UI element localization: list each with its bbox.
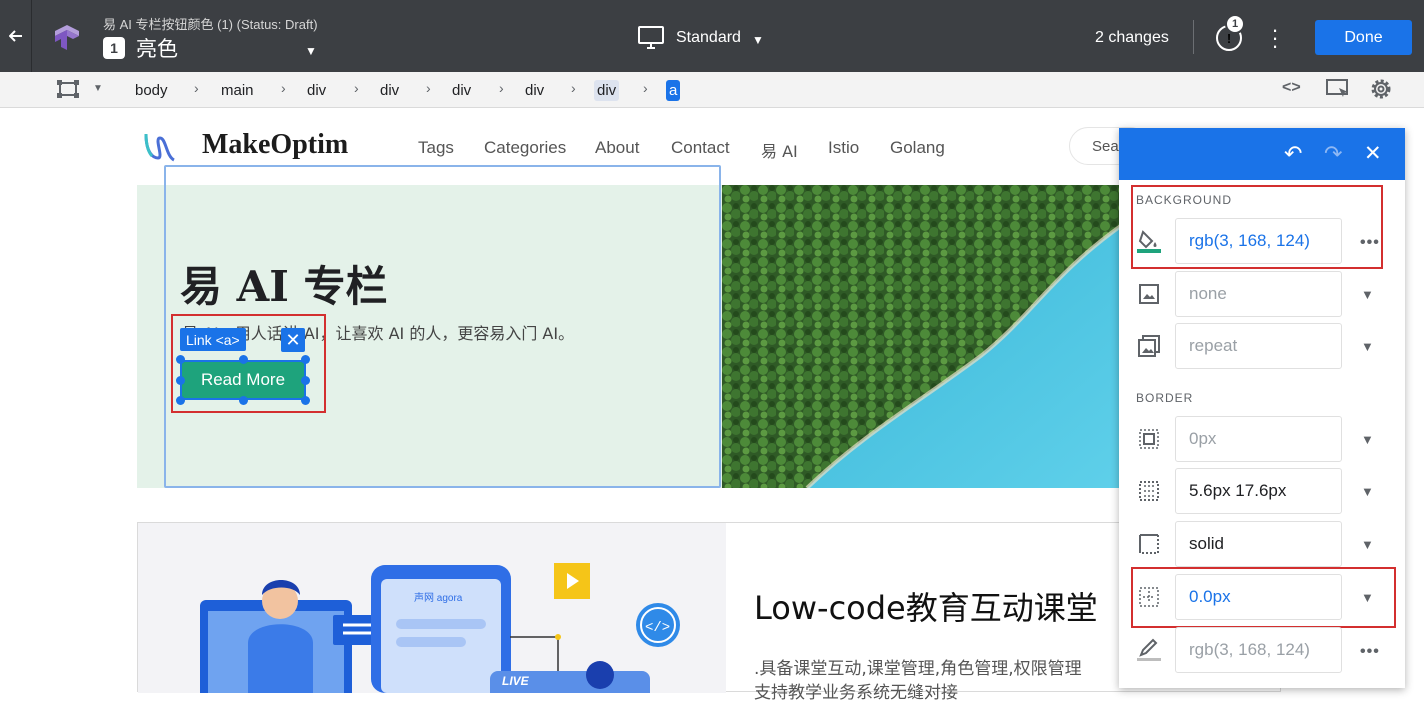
border-style-icon <box>1139 534 1159 554</box>
background-image-field[interactable]: none <box>1175 271 1342 317</box>
nav-link-istio[interactable]: Istio <box>828 138 859 158</box>
chevron-right-icon: › <box>643 80 648 96</box>
back-button[interactable] <box>0 0 32 72</box>
border-radius-field[interactable]: 0.0px <box>1175 574 1342 620</box>
variant-dropdown-icon[interactable]: ▼ <box>305 44 317 58</box>
breadcrumb-div[interactable]: div <box>377 80 402 101</box>
border-color-field[interactable]: rgb(3, 168, 124) <box>1175 627 1342 673</box>
element-select-icon[interactable] <box>57 80 79 98</box>
style-panel-header <box>1119 128 1405 180</box>
padding-field[interactable]: 5.6px 17.6px <box>1175 468 1342 514</box>
chevron-right-icon: › <box>194 80 199 96</box>
close-icon[interactable]: ✕ <box>281 328 305 352</box>
more-options-icon[interactable]: · · · <box>1268 19 1282 57</box>
chevron-down-icon[interactable]: ▼ <box>1361 287 1374 302</box>
resize-handle[interactable] <box>239 355 248 364</box>
classroom-illustration: 声网 agora </> LIVE <box>138 523 726 693</box>
resize-handle[interactable] <box>239 396 248 405</box>
border-style-field[interactable]: solid <box>1175 521 1342 567</box>
device-selector[interactable]: Standard <box>676 29 741 47</box>
hero-title: 易 AI 专栏 <box>180 262 388 311</box>
breadcrumb-div-hovered[interactable]: div <box>594 80 620 101</box>
chevron-down-icon[interactable]: ▼ <box>93 83 103 94</box>
chevron-right-icon: › <box>426 80 431 96</box>
done-button[interactable]: Done <box>1315 20 1412 55</box>
breadcrumb-a-selected[interactable]: a <box>666 80 681 101</box>
gear-icon[interactable] <box>1369 77 1393 101</box>
nav-link-about[interactable]: About <box>595 138 639 158</box>
nav-link-tags[interactable]: Tags <box>418 138 454 158</box>
image-icon <box>1139 284 1159 304</box>
background-section-label: BACKGROUND <box>1136 193 1233 207</box>
breadcrumb-body[interactable]: body <box>132 80 171 101</box>
hero-aerial-image <box>722 185 1122 488</box>
chevron-right-icon: › <box>281 80 286 96</box>
chevron-right-icon: › <box>571 80 576 96</box>
chevron-down-icon[interactable]: ▼ <box>1361 537 1374 552</box>
chevron-right-icon: › <box>499 80 504 96</box>
breadcrumb-div[interactable]: div <box>304 80 329 101</box>
redo-icon[interactable]: ↷ <box>1324 141 1342 167</box>
more-options-icon[interactable]: ••• <box>1360 234 1380 252</box>
inspect-cursor-icon[interactable] <box>1326 79 1350 99</box>
close-icon[interactable]: ✕ <box>1364 141 1382 166</box>
read-more-button[interactable]: Read More <box>180 360 306 400</box>
svg-text:</>: </> <box>645 620 670 636</box>
more-options-icon[interactable]: ••• <box>1360 643 1380 661</box>
arrow-left-icon <box>8 30 22 42</box>
chevron-down-icon[interactable]: ▼ <box>1361 432 1374 447</box>
border-width-icon <box>1139 429 1159 449</box>
makeoptim-logo-icon[interactable] <box>140 128 178 166</box>
padding-icon <box>1139 481 1159 501</box>
notification-count-badge: 1 <box>1225 14 1245 34</box>
breadcrumb-main[interactable]: main <box>218 80 257 101</box>
resize-handle[interactable] <box>176 396 185 405</box>
toolbar-divider <box>1193 20 1194 54</box>
code-icon[interactable]: <> <box>1282 79 1301 97</box>
background-color-field[interactable]: rgb(3, 168, 124) <box>1175 218 1342 264</box>
resize-handle[interactable] <box>176 376 185 385</box>
resize-handle[interactable] <box>301 376 310 385</box>
chevron-right-icon: › <box>354 80 359 96</box>
feature-card-title: Low-code教育互动课堂 <box>754 589 1098 627</box>
nav-link-categories[interactable]: Categories <box>484 138 566 158</box>
chevron-down-icon[interactable]: ▼ <box>752 33 764 47</box>
variant-number-badge: 1 <box>103 37 125 59</box>
background-repeat-field[interactable]: repeat <box>1175 323 1342 369</box>
selected-element-tag: Link <a> <box>180 328 246 351</box>
nav-link-yi-ai[interactable]: 易 AI <box>761 138 798 162</box>
desktop-icon[interactable] <box>638 26 664 50</box>
site-brand[interactable]: MakeOptim <box>202 129 348 161</box>
border-width-field[interactable]: 0px <box>1175 416 1342 462</box>
undo-icon[interactable]: ↶ <box>1284 141 1302 167</box>
chevron-down-icon[interactable]: ▼ <box>1361 590 1374 605</box>
border-radius-icon <box>1139 587 1159 607</box>
resize-handle[interactable] <box>301 396 310 405</box>
breadcrumb-div[interactable]: div <box>449 80 474 101</box>
variant-name[interactable]: 亮色 <box>136 33 178 63</box>
chevron-down-icon[interactable]: ▼ <box>1361 484 1374 499</box>
illustration-brand-text: 声网 agora <box>414 591 463 604</box>
fill-color-icon <box>1137 230 1161 253</box>
nav-link-golang[interactable]: Golang <box>890 138 945 158</box>
border-color-icon <box>1137 638 1161 661</box>
changes-counter[interactable]: 2 changes <box>1095 29 1169 47</box>
feature-card-description-2: 支持教学业务系统无缝对接 <box>754 683 958 703</box>
nav-link-contact[interactable]: Contact <box>671 138 730 158</box>
resize-handle[interactable] <box>301 355 310 364</box>
repeat-icon <box>1138 335 1160 357</box>
chevron-down-icon[interactable]: ▼ <box>1361 339 1374 354</box>
border-section-label: BORDER <box>1136 391 1194 405</box>
breadcrumb-div[interactable]: div <box>522 80 547 101</box>
element-breadcrumb-bar <box>0 72 1424 108</box>
feature-card-description: .具备课堂互动,课堂管理,角色管理,权限管理 <box>754 659 1082 679</box>
experiment-subtitle: 易 AI 专栏按钮颜色 (1) (Status: Draft) <box>103 17 318 32</box>
resize-handle[interactable] <box>176 355 185 364</box>
optimize-logo-icon <box>55 25 79 50</box>
